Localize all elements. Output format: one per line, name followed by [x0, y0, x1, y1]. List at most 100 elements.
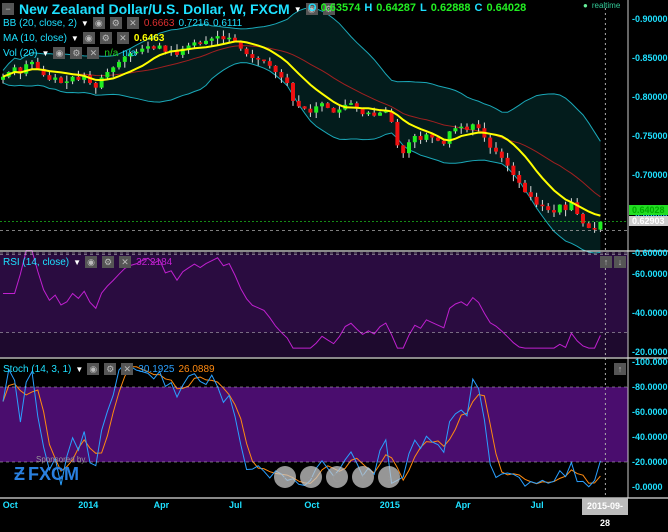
candle-body: [291, 82, 295, 101]
chevron-down-icon[interactable]: ▼: [71, 34, 79, 43]
gear-icon[interactable]: ⚙: [70, 47, 83, 59]
candle-body: [285, 77, 290, 83]
chevron-down-icon[interactable]: ▼: [41, 49, 49, 58]
candle-body: [494, 147, 498, 152]
candle-body: [192, 42, 197, 46]
time-tick-label: Jul: [229, 500, 243, 510]
candle-body: [296, 100, 301, 107]
candle-body: [407, 142, 411, 154]
chevron-down-icon[interactable]: ▼: [73, 258, 81, 267]
close-icon[interactable]: ✕: [119, 256, 132, 268]
close-icon[interactable]: ✕: [116, 32, 129, 44]
crosshair-date-label: 2015-09-28: [582, 498, 628, 528]
candle-body: [244, 48, 249, 55]
instrument-title[interactable]: New Zealand Dollar/U.S. Dollar, W, FXCM: [19, 1, 290, 17]
zoom-in-button[interactable]: +: [352, 466, 374, 488]
candle-body: [581, 214, 585, 224]
candle-body: [528, 192, 533, 197]
price-tick-label: -0.75000: [632, 131, 668, 141]
ma-value: 0.6463: [133, 32, 165, 44]
candle-body: [424, 134, 429, 140]
gear-icon[interactable]: ⚙: [104, 363, 117, 375]
time-tick-label: Oct: [2, 500, 18, 510]
candle-body: [140, 48, 145, 52]
candle-body: [320, 103, 324, 107]
collapse-icon[interactable]: −: [2, 3, 14, 15]
candle-body: [198, 42, 203, 44]
reset-button[interactable]: C: [326, 466, 348, 488]
close-icon[interactable]: ✕: [87, 47, 100, 59]
move-up-icon[interactable]: ↑: [600, 256, 612, 268]
candle-body: [209, 38, 214, 41]
close-icon[interactable]: ✕: [121, 363, 134, 375]
candle-body: [53, 77, 58, 80]
candle-body: [586, 223, 591, 229]
bb-legend: BB (20, close, 2) ▼ ◉ ⚙ ✕ 0.6663 0.7216 0.611…: [3, 17, 242, 29]
candle-body: [372, 112, 377, 116]
candle-body: [552, 210, 556, 213]
eye-icon[interactable]: ◉: [53, 47, 66, 59]
chevron-down-icon[interactable]: ▼: [81, 19, 89, 28]
candle-body: [349, 103, 353, 105]
candle-body: [523, 182, 527, 193]
candle-body: [117, 61, 121, 68]
candle-body: [598, 221, 603, 230]
chevron-down-icon[interactable]: ▼: [294, 5, 302, 14]
gear-icon[interactable]: ⚙: [102, 256, 115, 268]
candle-body: [465, 126, 469, 130]
candle-body: [308, 108, 313, 113]
candle-body: [59, 77, 63, 83]
candle-body: [378, 112, 382, 116]
stoch-tick-label: -80.0000: [632, 382, 668, 392]
candle-body: [546, 206, 551, 211]
price-tick-label: -0.60000: [632, 248, 668, 258]
candle-body: [447, 131, 452, 144]
candle-body: [331, 107, 336, 113]
candle-body: [401, 145, 406, 154]
vol-label[interactable]: Vol (20): [3, 48, 37, 59]
candle-body: [47, 75, 52, 80]
stoch-legend: Stoch (14, 3, 1) ▼ ◉ ⚙ ✕ 30.1925 26.0889: [3, 363, 215, 375]
zoom-out-button[interactable]: −: [300, 466, 322, 488]
eye-icon[interactable]: ◉: [87, 363, 100, 375]
candle-body: [488, 137, 493, 148]
scroll-right-button[interactable]: ›: [378, 466, 400, 488]
ma-label[interactable]: MA (10, close): [3, 33, 67, 44]
gear-icon[interactable]: ⚙: [99, 32, 112, 44]
vol-legend: Vol (20) ▼ ◉ ⚙ ✕ n/a n/a: [3, 47, 136, 59]
candle-body: [64, 81, 69, 83]
move-down-icon[interactable]: ↓: [614, 256, 626, 268]
chevron-down-icon[interactable]: ▼: [75, 365, 83, 374]
scroll-left-button[interactable]: ‹: [274, 466, 296, 488]
bb-upper-value: 0.7216: [178, 17, 210, 29]
rsi-tick-label: -20.0000: [632, 347, 668, 357]
gear-icon[interactable]: ⚙: [109, 17, 122, 29]
bb-label[interactable]: BB (20, close, 2): [3, 18, 77, 29]
close-icon[interactable]: ✕: [126, 17, 139, 29]
candle-body: [534, 196, 539, 205]
stoch-label[interactable]: Stoch (14, 3, 1): [3, 364, 71, 375]
stoch-k-value: 30.1925: [138, 363, 175, 375]
candle-body: [325, 103, 330, 108]
rsi-legend: RSI (14, close) ▼ ◉ ⚙ ✕ 32.2184: [3, 256, 172, 268]
time-tick-label: Apr: [153, 500, 170, 510]
rsi-label[interactable]: RSI (14, close): [3, 257, 69, 268]
eye-icon[interactable]: ◉: [82, 32, 95, 44]
time-tick-label: 2015: [379, 500, 400, 510]
candle-body: [267, 61, 272, 66]
vol-ma-value: n/a: [122, 47, 137, 59]
rsi-value: 32.2184: [136, 256, 173, 268]
eye-icon[interactable]: ◉: [92, 17, 105, 29]
price-tick-label: -0.90000: [632, 14, 668, 24]
eye-icon[interactable]: ◉: [85, 256, 98, 268]
candle-body: [279, 72, 284, 78]
price-tick-label: -0.70000: [632, 170, 668, 180]
stoch-tick-label: -40.0000: [632, 432, 668, 442]
candle-body: [540, 204, 545, 207]
move-up-icon[interactable]: ↑: [614, 363, 626, 375]
candle-body: [314, 106, 319, 113]
sponsor-brand: FXCM: [28, 464, 79, 484]
candle-body: [93, 82, 98, 88]
ma-legend: MA (10, close) ▼ ◉ ⚙ ✕ 0.6463: [3, 32, 164, 44]
candle-body: [563, 204, 568, 211]
